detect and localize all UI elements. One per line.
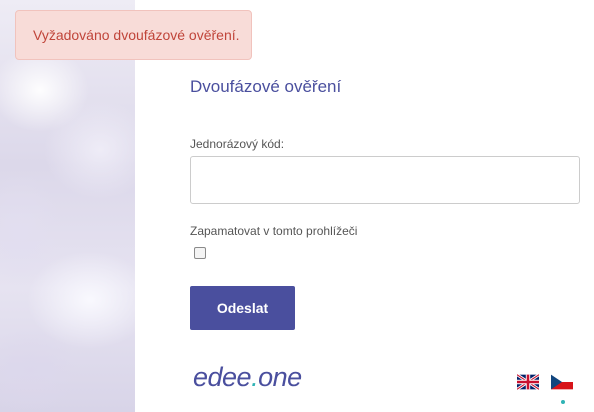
two-factor-required-alert: Vyžadováno dvoufázové ověření. [15, 10, 252, 60]
submit-button[interactable]: Odeslat [190, 286, 295, 330]
one-time-code-input[interactable] [190, 156, 580, 204]
page-title: Dvoufázové ověření [190, 77, 342, 96]
remember-browser-label: Zapamatovat v tomto prohlížeči [190, 224, 358, 238]
one-time-code-label: Jednorázový kód: [190, 137, 285, 151]
cz-flag-icon[interactable] [551, 374, 573, 390]
background-sky-panel [0, 0, 135, 412]
remember-browser-checkbox[interactable] [194, 247, 206, 259]
alert-message: Vyžadováno dvoufázové ověření. [33, 27, 240, 43]
active-language-indicator [561, 400, 565, 404]
uk-flag-icon[interactable] [517, 374, 539, 390]
edee-one-logo[interactable]: edee.one [193, 362, 302, 393]
